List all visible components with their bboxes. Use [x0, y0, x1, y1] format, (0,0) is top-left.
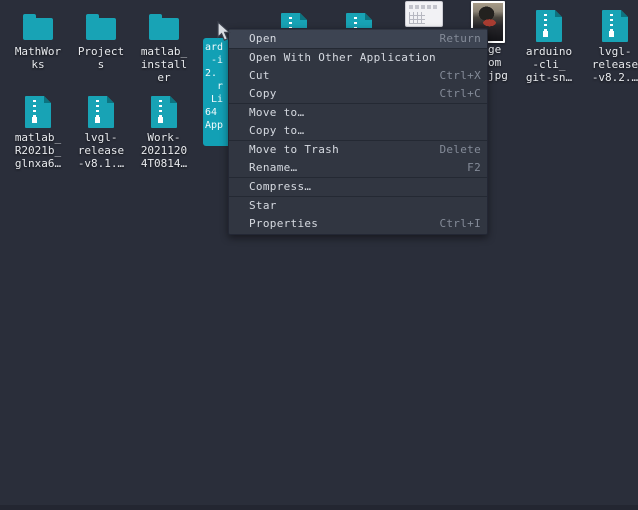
menu-item-open-with-other-application[interactable]: Open With Other Application: [229, 49, 487, 67]
menu-item-label: Move to…: [249, 106, 305, 119]
menu-item-label: Move to Trash: [249, 143, 339, 156]
zip-archive-icon: [88, 96, 114, 128]
menu-item-compress[interactable]: Compress…: [229, 178, 487, 196]
photo-label-fragment: ge om jpg: [488, 43, 508, 82]
icon-label: lvgl- release -v8.1.…: [77, 131, 125, 170]
menu-item-shortcut: F2: [467, 161, 481, 174]
menu-item-label: Compress…: [249, 180, 312, 193]
menu-item-open[interactable]: Open Return: [229, 30, 487, 48]
menu-item-shortcut: Return: [439, 32, 481, 45]
icon-label: matlab_ install er: [140, 45, 188, 84]
folder-icon: [86, 14, 116, 40]
desktop-icon-work-zip[interactable]: Work- 2021120 4T0814…: [133, 92, 195, 170]
zip-archive-icon: [602, 10, 628, 42]
menu-item-label: Rename…: [249, 161, 298, 174]
desktop: MathWor ks Project s matlab_ install er …: [0, 0, 638, 510]
menu-item-label: Properties: [249, 217, 319, 230]
desktop-icon-mathworks[interactable]: MathWor ks: [7, 8, 69, 71]
icon-label: Work- 2021120 4T0814…: [140, 131, 188, 170]
menu-item-label: Open With Other Application: [249, 51, 436, 64]
desktop-icon-document-preview document-icon[interactable]: [405, 1, 443, 27]
icon-label: arduino -cli_ git-sn…: [525, 45, 573, 84]
icon-label: lvgl- release -v8.2.…: [591, 45, 638, 84]
menu-item-move-to-trash[interactable]: Move to Trash Delete: [229, 141, 487, 159]
menu-item-label: Star: [249, 199, 277, 212]
desktop-icon-lvgl-v8-1[interactable]: lvgl- release -v8.1.…: [70, 92, 132, 170]
menu-item-shortcut: Ctrl+X: [439, 69, 481, 82]
menu-item-label: Copy to…: [249, 124, 305, 137]
menu-item-copy[interactable]: Copy Ctrl+C: [229, 85, 487, 103]
icon-label: Project s: [77, 45, 125, 71]
desktop-icon-lvgl-v8-2[interactable]: lvgl- release -v8.2.…: [584, 8, 638, 84]
menu-item-move-to[interactable]: Move to…: [229, 104, 487, 122]
menu-item-shortcut: Ctrl+I: [439, 217, 481, 230]
menu-item-rename[interactable]: Rename… F2: [229, 159, 487, 177]
zip-archive-icon: [151, 96, 177, 128]
context-menu: Open Return Open With Other Application …: [228, 28, 488, 235]
desktop-icon-arduino-cli[interactable]: arduino -cli_ git-sn…: [518, 8, 580, 84]
menu-item-label: Cut: [249, 69, 270, 82]
menu-item-star[interactable]: Star: [229, 197, 487, 215]
desktop-icon-matlab-installer[interactable]: matlab_ install er: [133, 8, 195, 84]
folder-icon: [149, 14, 179, 40]
zip-archive-icon: [536, 10, 562, 42]
icon-label: matlab_ R2021b_ glnxa6…: [14, 131, 62, 170]
menu-item-cut[interactable]: Cut Ctrl+X: [229, 67, 487, 85]
menu-item-copy-to[interactable]: Copy to…: [229, 122, 487, 140]
zip-archive-icon: [25, 96, 51, 128]
menu-item-properties[interactable]: Properties Ctrl+I: [229, 215, 487, 233]
menu-item-label: Open: [249, 32, 277, 45]
menu-item-shortcut: Delete: [439, 143, 481, 156]
menu-item-shortcut: Ctrl+C: [439, 87, 481, 100]
menu-item-label: Copy: [249, 87, 277, 100]
icon-label: MathWor ks: [14, 45, 62, 71]
folder-icon: [23, 14, 53, 40]
mouse-cursor-icon: [217, 21, 232, 41]
desktop-icon-matlab-r2021b[interactable]: matlab_ R2021b_ glnxa6…: [7, 92, 69, 170]
desktop-icon-projects[interactable]: Project s: [70, 8, 132, 71]
